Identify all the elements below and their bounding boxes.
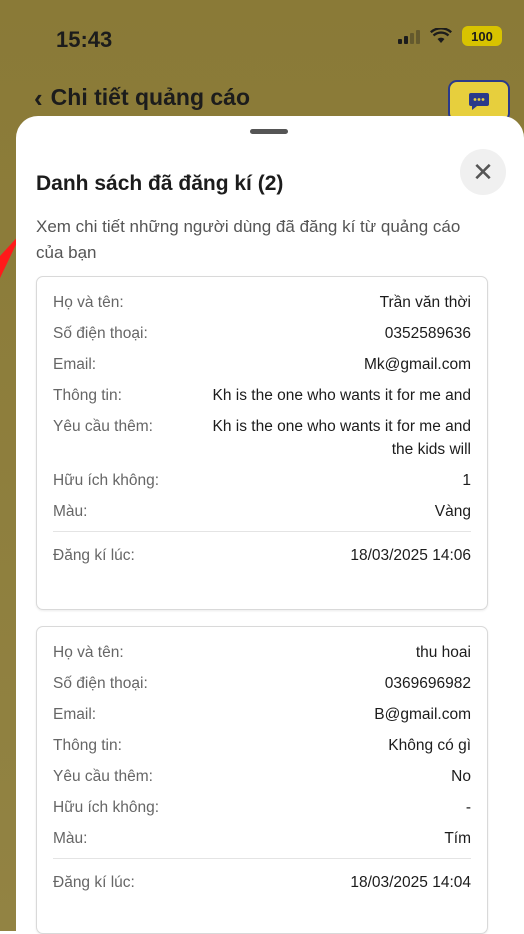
battery-icon: 100: [462, 26, 502, 46]
field-value: 0352589636: [384, 325, 471, 342]
field-value: 0369696982: [384, 675, 471, 692]
field-phone: Số điện thoại: 0369696982: [53, 672, 471, 695]
field-email: Email: Mk@gmail.com: [53, 353, 471, 376]
close-icon: ✕: [472, 156, 494, 187]
status-icons: 100: [398, 26, 502, 46]
field-phone: Số điện thoại: 0352589636: [53, 322, 471, 345]
sheet-description: Xem chi tiết những người dùng đã đăng kí…: [36, 217, 461, 262]
field-useful: Hữu ích không: -: [53, 796, 471, 819]
field-label: Đăng kí lúc:: [53, 874, 135, 891]
chat-icon: [469, 93, 489, 110]
field-label: Yêu cầu thêm:: [53, 418, 153, 435]
field-label: Họ và tên:: [53, 294, 124, 311]
field-info: Thông tin: Kh is the one who wants it for…: [53, 384, 471, 407]
field-color: Màu: Tím: [53, 827, 471, 850]
field-value: Kh is the one who wants it for me and: [212, 387, 471, 404]
field-color: Màu: Vàng: [53, 500, 471, 523]
sheet-title: Danh sách đã đăng kí (2): [36, 172, 284, 195]
field-label: Thông tin:: [53, 737, 122, 754]
registration-sheet: ✕ Danh sách đã đăng kí (2) Xem chi tiết …: [16, 116, 524, 934]
page-title: Chi tiết quảng cáo: [50, 84, 251, 110]
field-value: Vàng: [434, 503, 471, 520]
field-label: Hữu ích không:: [53, 799, 160, 816]
field-value: 18/03/2025 14:04: [350, 874, 471, 891]
field-name: Họ và tên: thu hoai: [53, 641, 471, 664]
field-value: 1: [462, 472, 471, 489]
status-time: 15:43: [56, 27, 113, 52]
field-value: Kh is the one who wants it for me and th…: [212, 418, 471, 458]
back-button[interactable]: ‹ Chi tiết quảng cáo: [34, 84, 250, 111]
close-button[interactable]: ✕: [460, 149, 506, 195]
field-label: Đăng kí lúc:: [53, 547, 135, 564]
field-label: Họ và tên:: [53, 644, 124, 661]
field-email: Email: B@gmail.com: [53, 703, 471, 726]
field-label: Màu:: [53, 503, 88, 520]
status-bar: 15:43 100: [0, 0, 524, 80]
field-label: Màu:: [53, 830, 88, 847]
registration-card: Họ và tên: Trần văn thời Số điện thoại: 03…: [36, 276, 488, 610]
field-value: Trần văn thời: [379, 294, 471, 311]
field-label: Số điện thoại:: [53, 325, 148, 342]
field-name: Họ và tên: Trần văn thời: [53, 291, 471, 314]
field-useful: Hữu ích không: 1: [53, 469, 471, 492]
field-registered-at: Đăng kí lúc: 18/03/2025 14:06: [37, 532, 487, 579]
field-registered-at: Đăng kí lúc: 18/03/2025 14:04: [37, 859, 487, 906]
field-request: Yêu cầu thêm: No: [53, 765, 471, 788]
field-label: Email:: [53, 706, 97, 723]
field-label: Yêu cầu thêm:: [53, 768, 153, 785]
chevron-left-icon: ‹: [34, 82, 43, 113]
field-value: B@gmail.com: [374, 706, 471, 723]
field-value: No: [451, 768, 471, 785]
field-info: Thông tin: Không có gì: [53, 734, 471, 757]
field-value: Mk@gmail.com: [363, 356, 471, 373]
field-value: -: [465, 799, 471, 816]
field-request: Yêu cầu thêm: Kh is the one who wants it …: [53, 415, 471, 461]
field-value: Tím: [444, 830, 471, 847]
field-label: Số điện thoại:: [53, 675, 148, 692]
field-value: 18/03/2025 14:06: [350, 547, 471, 564]
registration-card: Họ và tên: thu hoai Số điện thoại: 0369696…: [36, 626, 488, 934]
field-value: Không có gì: [388, 737, 471, 754]
signal-icon: [398, 28, 420, 44]
field-label: Thông tin:: [53, 387, 122, 404]
field-label: Email:: [53, 356, 97, 373]
wifi-icon: [430, 28, 452, 43]
field-label: Hữu ích không:: [53, 472, 160, 489]
drag-handle[interactable]: [250, 129, 288, 134]
field-value: thu hoai: [415, 644, 471, 661]
